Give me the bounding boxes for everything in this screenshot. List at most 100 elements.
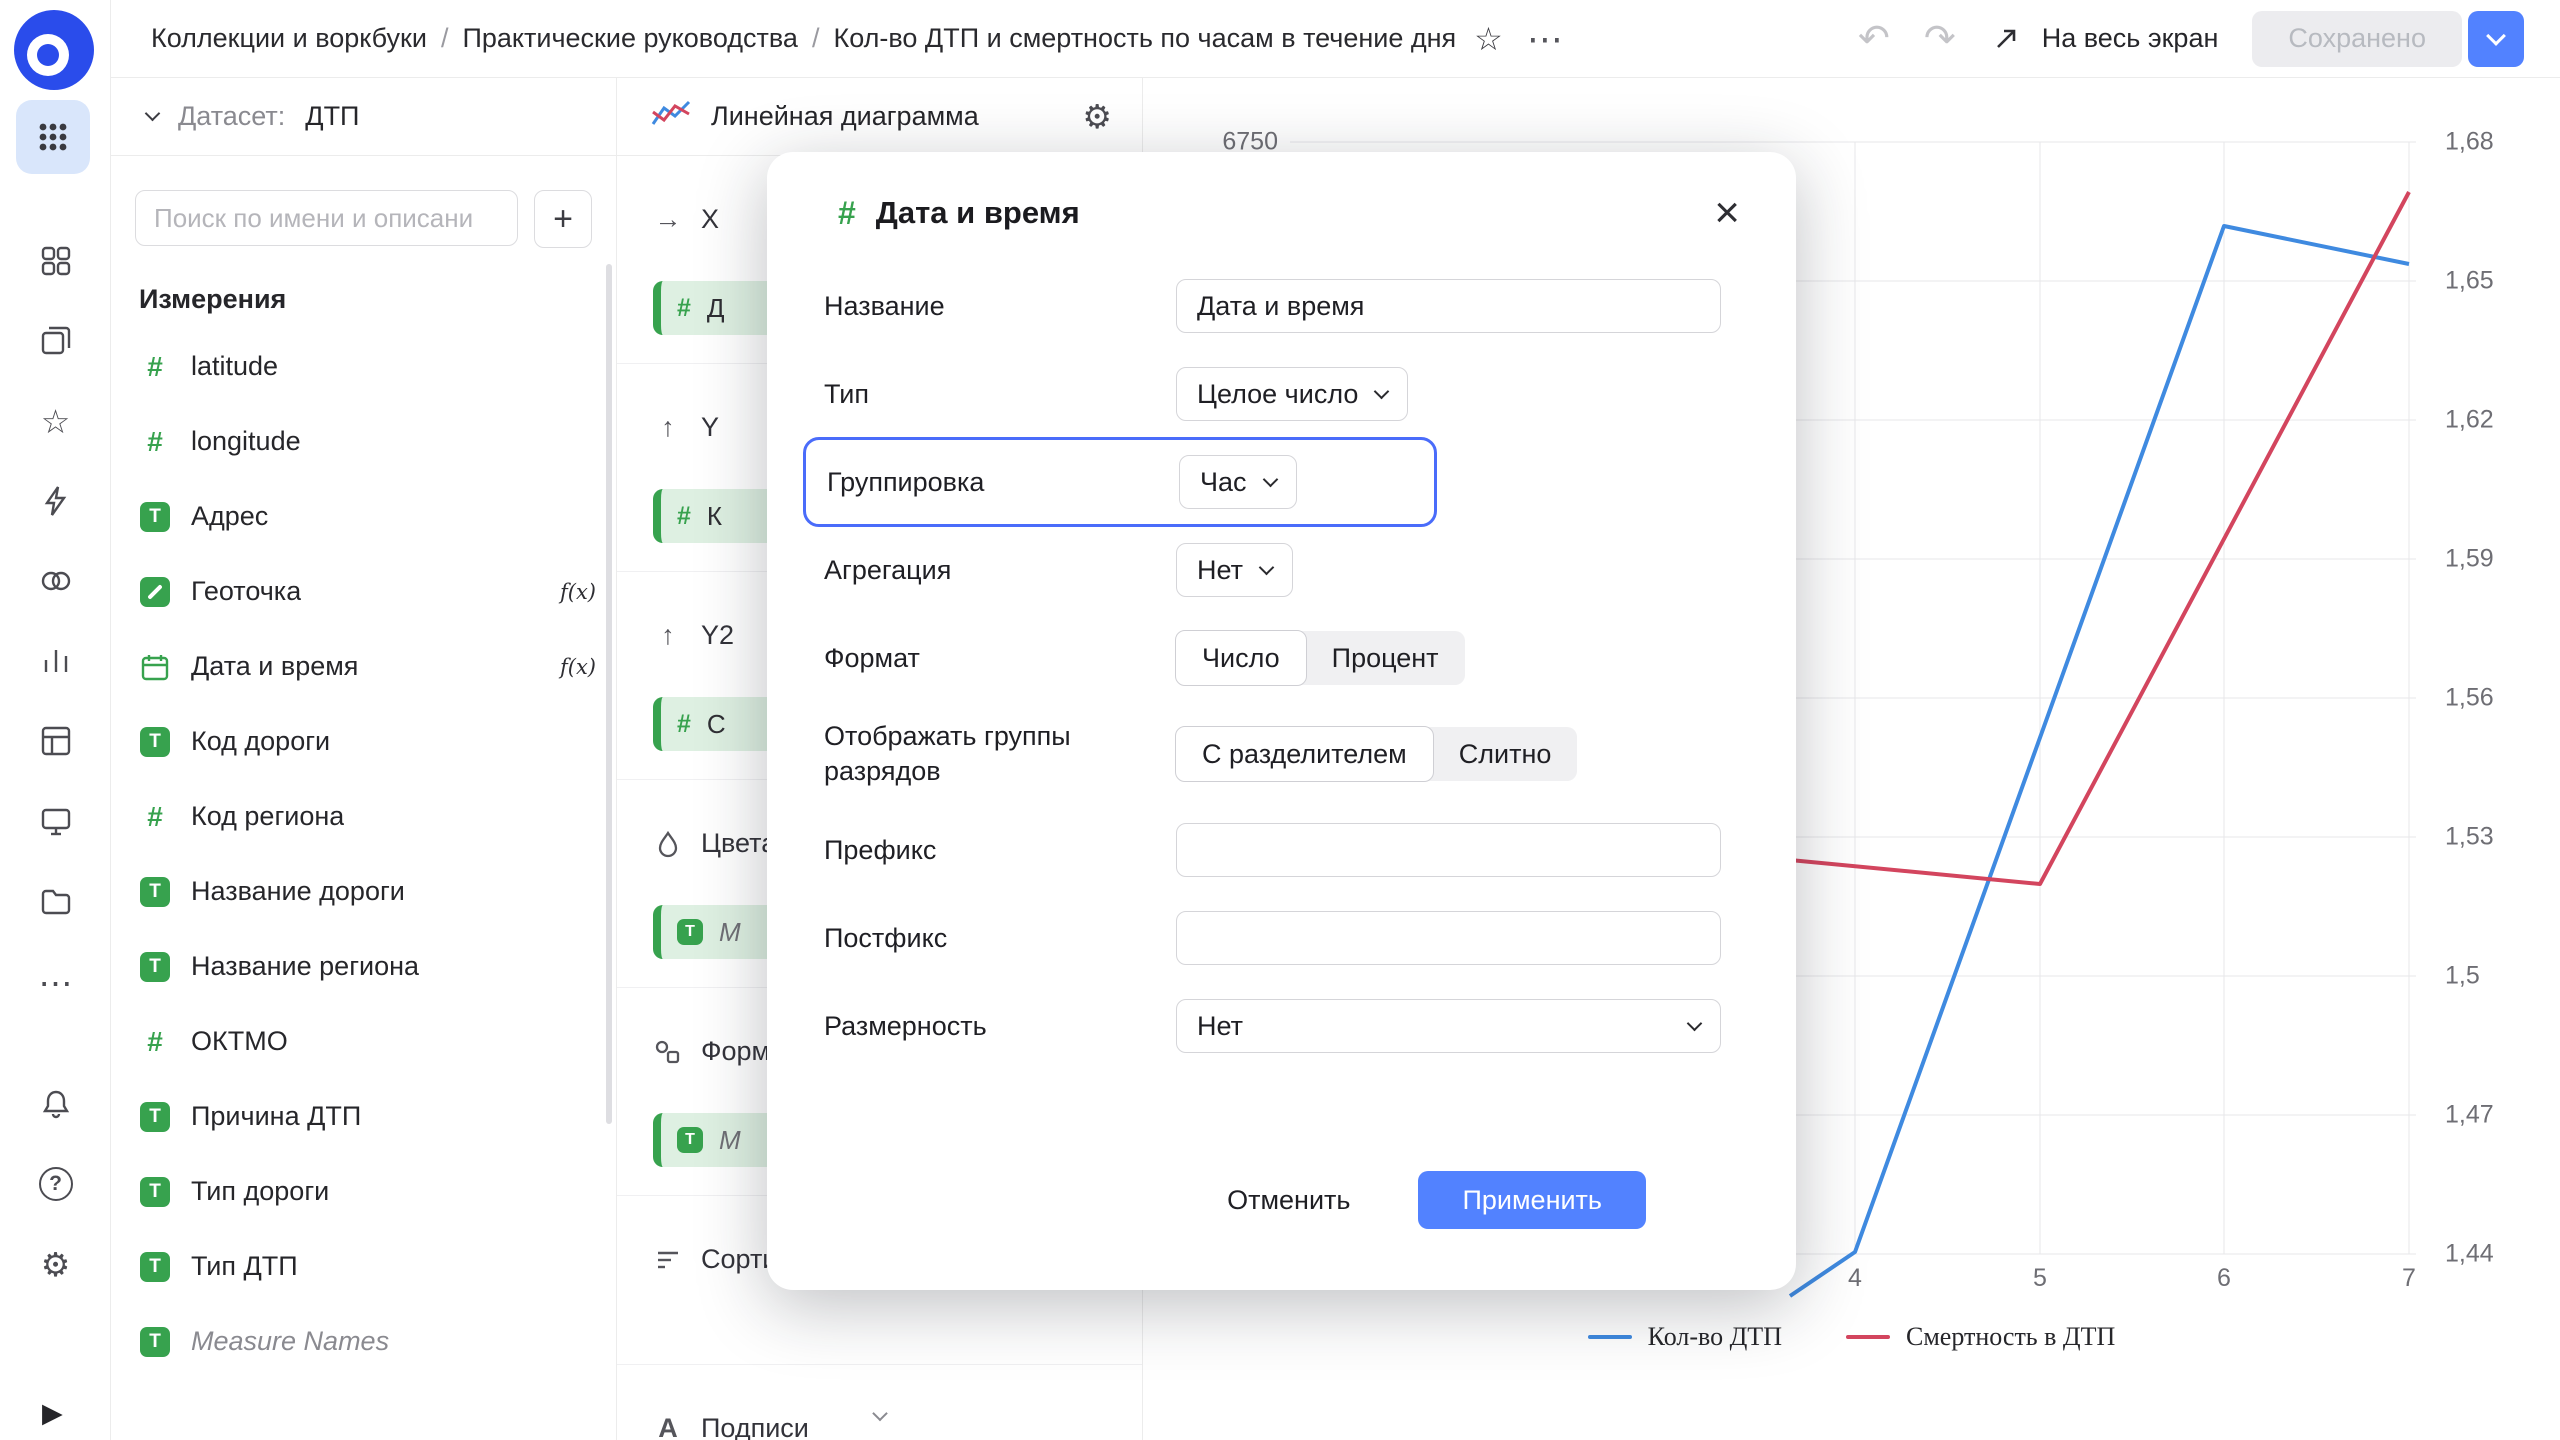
field-name: latitude	[191, 351, 279, 381]
rings-icon[interactable]	[39, 564, 73, 598]
y2-axis-tick: 1,62	[2445, 405, 2494, 434]
field-name: Название региона	[191, 951, 420, 981]
dataset-field[interactable]: # Код региона	[111, 779, 616, 854]
undo-icon[interactable]: ↶	[1858, 20, 1890, 58]
dataset-field[interactable]: Геоточка f(x)	[111, 554, 616, 629]
add-field-button[interactable]: +	[534, 190, 592, 248]
squares-icon[interactable]	[39, 244, 73, 278]
bolt-icon[interactable]	[39, 484, 73, 518]
chip-field-name: M	[719, 916, 741, 947]
save-dropdown-button[interactable]	[2468, 10, 2524, 67]
dataset-field[interactable]: T Адрес	[111, 479, 616, 554]
labels-icon: A	[658, 1413, 678, 1440]
more-icon[interactable]: ⋯	[39, 964, 73, 1003]
folder-icon[interactable]	[39, 884, 73, 918]
series-line-2	[1789, 191, 2411, 886]
string-field-icon: T	[677, 1127, 703, 1153]
gear-icon[interactable]: ⚙	[39, 1247, 73, 1281]
field-name: Адрес	[191, 501, 269, 531]
breadcrumb-item[interactable]: Практические руководства	[462, 23, 797, 54]
y2-axis-tick: 1,56	[2445, 683, 2494, 712]
chart-type-title[interactable]: Линейная диаграмма	[711, 101, 1062, 132]
prefix-input[interactable]	[1176, 823, 1721, 877]
digit-groups-option-separator[interactable]: С разделителем	[1175, 726, 1434, 782]
breadcrumb-item[interactable]: Коллекции и воркбуки	[151, 23, 427, 54]
string-field-icon: T	[140, 1176, 170, 1207]
search-input[interactable]	[135, 190, 518, 246]
dataset-field[interactable]: Дата и время f(x)	[111, 629, 616, 704]
saved-button[interactable]: Сохранено	[2252, 10, 2462, 67]
name-input[interactable]	[1176, 279, 1721, 333]
dataset-field[interactable]: # ОКТМО	[111, 1004, 616, 1079]
top-bar: Коллекции и воркбуки / Практические руково…	[111, 0, 2560, 78]
dataset-name[interactable]: ДТП	[305, 101, 359, 132]
y2-axis-tick: 1,65	[2445, 266, 2494, 295]
monitor-icon[interactable]	[39, 804, 73, 838]
chart-settings-gear-icon[interactable]: ⚙	[1082, 97, 1112, 136]
favorite-star-icon[interactable]: ☆	[1474, 20, 1503, 58]
y2-axis-tick: 1,68	[2445, 127, 2494, 156]
apps-grid-icon[interactable]	[16, 100, 90, 174]
field-settings-dialog: # Дата и время × Название Тип Целое числ…	[767, 152, 1796, 1290]
line-chart-type-icon[interactable]	[651, 98, 691, 135]
layers-icon[interactable]	[39, 324, 73, 358]
dataset-field[interactable]: T Тип ДТП	[111, 1229, 616, 1304]
y2-axis-tick: 1,5	[2445, 961, 2480, 990]
star-icon[interactable]: ☆	[39, 404, 73, 438]
dataset-field[interactable]: T Причина ДТП	[111, 1079, 616, 1154]
format-option-number[interactable]: Число	[1175, 630, 1307, 686]
digit-groups-label: Отображать группы разрядов	[824, 721, 1071, 786]
redo-icon[interactable]: ↷	[1924, 20, 1956, 58]
scroll-more-icon[interactable]	[871, 1405, 888, 1424]
help-icon[interactable]: ?	[38, 1167, 73, 1201]
dataset-field[interactable]: T Название региона	[111, 929, 616, 1004]
grouping-select[interactable]: Час	[1179, 455, 1297, 509]
legend-item[interactable]: Смертность в ДТП	[1845, 1322, 2115, 1352]
table-icon[interactable]	[39, 724, 73, 758]
format-segmented-control: Число Процент	[1175, 630, 1465, 686]
scrollbar[interactable]	[606, 264, 612, 1124]
cancel-button[interactable]: Отменить	[1215, 1171, 1362, 1229]
chip-field-name: С	[706, 708, 726, 739]
field-name: Дата и время	[191, 651, 359, 681]
type-select[interactable]: Целое число	[1176, 367, 1409, 421]
dataset-collapse-icon[interactable]	[144, 105, 161, 122]
fullscreen-icon[interactable]	[1990, 23, 2022, 55]
postfix-input[interactable]	[1176, 911, 1721, 965]
apply-button[interactable]: Применить	[1418, 1171, 1646, 1229]
format-option-percent[interactable]: Процент	[1306, 631, 1465, 685]
string-field-icon: T	[140, 876, 170, 907]
field-name: Тип ДТП	[191, 1251, 298, 1281]
close-icon[interactable]: ×	[1714, 191, 1740, 235]
dataset-field[interactable]: # longitude	[111, 404, 616, 479]
aggregation-select[interactable]: Нет	[1176, 543, 1293, 597]
number-field-icon: #	[677, 501, 691, 530]
field-name: Тип дороги	[191, 1176, 330, 1206]
y2-axis-tick: 1,47	[2445, 1100, 2494, 1129]
dataset-field[interactable]: T Код дороги	[111, 704, 616, 779]
x-axis-tick: 5	[2033, 1264, 2047, 1292]
field-name: Код региона	[191, 801, 345, 831]
datalens-logo[interactable]	[12, 8, 96, 97]
fullscreen-label[interactable]: На весь экран	[2042, 23, 2219, 54]
dataset-field[interactable]: # latitude	[111, 329, 616, 404]
type-label: Тип	[824, 378, 870, 409]
string-field-icon: T	[140, 1101, 170, 1132]
date-field-icon	[139, 652, 171, 682]
number-field-icon: #	[147, 425, 163, 457]
x-axis-tick: 4	[1848, 1264, 1862, 1292]
bar-chart-icon[interactable]	[39, 644, 73, 678]
legend-item[interactable]: Кол-во ДТП	[1587, 1322, 1782, 1352]
dataset-field[interactable]: T Measure Names	[111, 1304, 616, 1379]
formula-badge: f(x)	[559, 579, 596, 604]
digit-groups-option-solid[interactable]: Слитно	[1433, 727, 1578, 781]
more-actions-icon[interactable]: ⋯	[1527, 18, 1565, 60]
breadcrumb-separator: /	[440, 23, 449, 53]
dataset-field[interactable]: T Тип дороги	[111, 1154, 616, 1229]
string-field-icon: T	[140, 1251, 170, 1282]
dimension-select[interactable]: Нет	[1176, 999, 1721, 1053]
bell-icon[interactable]	[39, 1087, 73, 1121]
dataset-field[interactable]: T Название дороги	[111, 854, 616, 929]
x-axis-tick: 6	[2217, 1264, 2231, 1292]
play-icon[interactable]: ▶	[42, 1398, 63, 1429]
